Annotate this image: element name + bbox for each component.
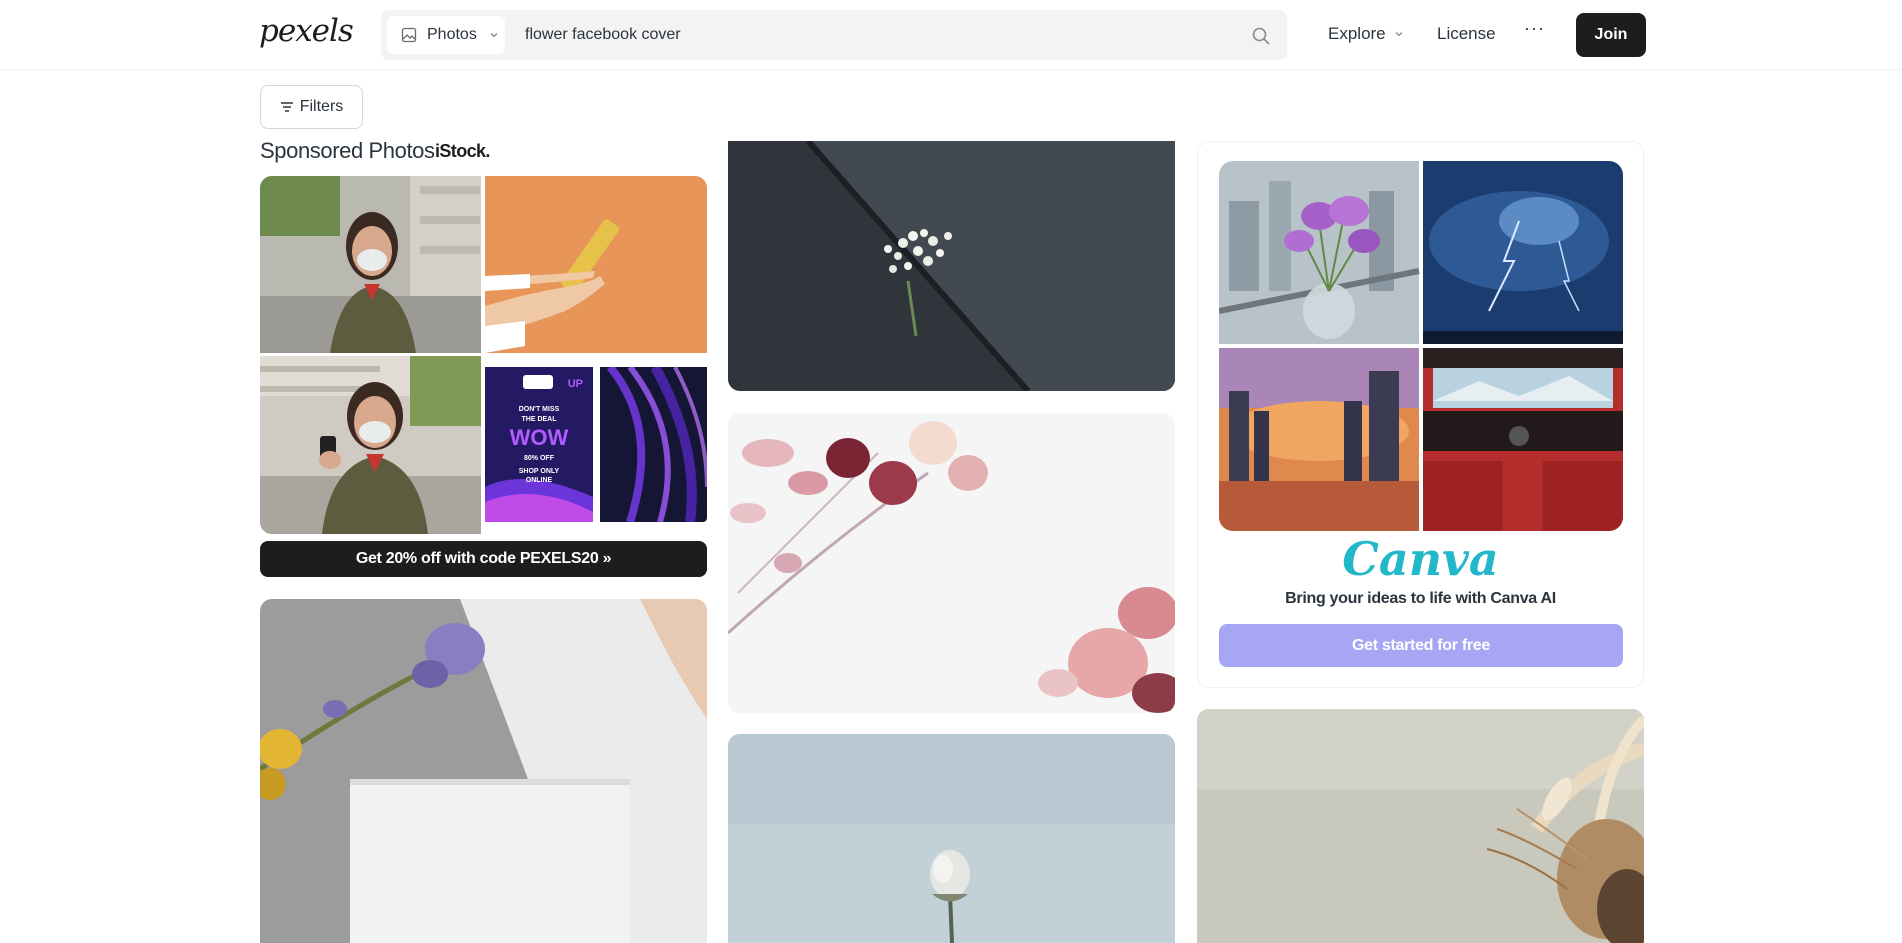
photo-white-rose-sky[interactable] xyxy=(728,734,1175,943)
sponsored-title: Sponsored Photos xyxy=(260,138,435,163)
sponsored-photo-sale-poster[interactable]: UP DON'T MISS THE DEAL WOW 80% OFF SHOP … xyxy=(485,367,593,522)
sponsored-photo-light-trails-image xyxy=(600,367,707,522)
poster-wow-text: WOW xyxy=(510,425,569,450)
image-icon xyxy=(401,27,417,43)
poster-line1: DON'T MISS xyxy=(519,406,560,413)
photo-iris-book-image xyxy=(260,599,707,943)
canva-image-grid xyxy=(1219,161,1623,531)
sponsored-photo-hand-phone-image xyxy=(485,176,707,353)
poster-line2: THE DEAL xyxy=(522,416,558,423)
canva-tagline: Bring your ideas to life with Canva AI xyxy=(1285,590,1556,607)
canva-image-grid-images xyxy=(1219,161,1623,531)
sponsored-photo-light-trails[interactable] xyxy=(600,367,707,522)
photo-white-rose-sky-image xyxy=(728,734,1175,943)
explore-menu[interactable]: Explore xyxy=(1328,24,1404,44)
more-menu-button[interactable]: ··· xyxy=(1524,18,1545,39)
search-icon[interactable] xyxy=(1251,26,1271,46)
canva-logo[interactable]: Canva xyxy=(1198,532,1643,586)
chevron-down-icon xyxy=(490,33,498,38)
sponsored-photo-woman-phone-image xyxy=(260,356,481,534)
sponsored-photo-hand-phone[interactable] xyxy=(485,176,707,353)
search-input[interactable] xyxy=(525,18,1225,52)
poster-line6: ONLINE xyxy=(526,477,553,484)
canva-ad-card: Canva Bring your ideas to life with Canv… xyxy=(1197,141,1644,688)
chevron-down-icon xyxy=(1395,32,1403,37)
filters-button[interactable]: Filters xyxy=(260,85,363,129)
pexels-logo[interactable]: pexels xyxy=(259,13,354,49)
istock-logo[interactable]: iStock. xyxy=(435,141,490,162)
photo-dried-bouquet[interactable] xyxy=(1197,709,1644,943)
photo-pink-flowers[interactable] xyxy=(728,413,1175,713)
filters-label: Filters xyxy=(299,98,344,115)
sponsored-photo-woman-phone[interactable] xyxy=(260,356,481,534)
poster-line4: 80% OFF xyxy=(524,455,555,462)
join-button[interactable]: Join xyxy=(1576,13,1646,57)
search-type-label: Photos xyxy=(427,26,477,43)
photo-dried-bouquet-image xyxy=(1197,709,1644,943)
license-link[interactable]: License xyxy=(1437,24,1496,44)
sponsored-photo-sale-poster-image: UP DON'T MISS THE DEAL WOW 80% OFF SHOP … xyxy=(485,367,593,522)
filter-icon xyxy=(280,102,293,112)
poster-line5: SHOP ONLY xyxy=(519,468,560,475)
search-type-dropdown[interactable]: Photos xyxy=(387,16,505,54)
poster-hurry-text: UP xyxy=(568,378,583,390)
top-nav: pexels Photos Explore License ··· Join xyxy=(0,0,1902,70)
photo-gypsophila-dark-image xyxy=(728,141,1175,391)
sponsored-photo-woman-mask[interactable] xyxy=(260,176,481,353)
photo-gypsophila-dark[interactable] xyxy=(728,141,1175,391)
photo-iris-book[interactable] xyxy=(260,599,707,943)
photo-pink-flowers-image xyxy=(728,413,1175,713)
search-bar: Photos xyxy=(381,10,1287,60)
sponsored-photo-woman-mask-image xyxy=(260,176,481,353)
promo-code-button[interactable]: Get 20% off with code PEXELS20 » xyxy=(260,541,707,577)
canva-get-started-button[interactable]: Get started for free xyxy=(1219,624,1623,667)
explore-label: Explore xyxy=(1328,24,1386,43)
